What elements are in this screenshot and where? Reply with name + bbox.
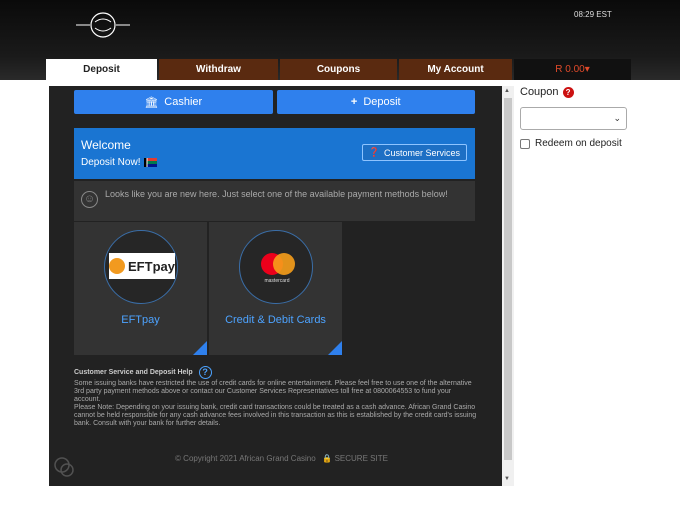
corner-marker: [193, 341, 207, 355]
deposit-help: Customer Service and Deposit Help ? Some…: [74, 366, 479, 428]
cards-label: Credit & Debit Cards: [225, 314, 326, 326]
mastercard-logo-circle: mastercard: [239, 230, 313, 304]
cashier-frame: 🏛 Cashier + Deposit Welcome Deposit Now!…: [49, 86, 514, 486]
redeem-checkbox[interactable]: [520, 138, 530, 149]
cashier-toolbar: 🏛 Cashier + Deposit: [74, 90, 475, 114]
help-heading: Customer Service and Deposit Help ?: [74, 366, 479, 379]
smiley-icon: ☺: [81, 191, 98, 208]
eftpay-logo-mark: [109, 258, 126, 274]
corner-marker: [328, 341, 342, 355]
coupon-select[interactable]: ⌄: [520, 107, 627, 130]
tab-coupons[interactable]: Coupons: [280, 59, 397, 80]
deposit-button[interactable]: + Deposit: [276, 90, 475, 114]
help-circle-icon: ❓: [368, 147, 380, 157]
new-user-notice: ☺ Looks like you are new here. Just sele…: [74, 181, 475, 221]
caret-down-icon: ▾: [584, 64, 590, 75]
scroll-up-icon[interactable]: ▲: [504, 88, 510, 94]
welcome-title: Welcome: [81, 138, 131, 152]
customer-services-button[interactable]: ❓ Customer Services: [361, 144, 467, 161]
help-note: Please Note: Depending on your issuing b…: [74, 404, 477, 427]
notice-text: Looks like you are new here. Just select…: [105, 189, 448, 199]
eftpay-logo: EFTpay: [109, 253, 175, 279]
coupon-title: Coupon: [520, 86, 559, 98]
chevron-down-icon: ⌄: [613, 113, 621, 123]
clock: 08:29 EST: [574, 10, 612, 19]
plus-icon: +: [350, 96, 358, 108]
mastercard-logo-text: mastercard: [264, 278, 290, 284]
cashier-button[interactable]: 🏛 Cashier: [74, 90, 273, 114]
redeem-label: Redeem on deposit: [535, 138, 622, 149]
tab-my-account[interactable]: My Account: [399, 59, 512, 80]
help-title: Customer Service and Deposit Help: [74, 368, 193, 376]
balance-value: R 0.00: [555, 64, 585, 75]
lock-icon: 🔒: [322, 454, 333, 463]
scrollbar[interactable]: ▲ ▼: [502, 86, 514, 486]
deposit-button-label: Deposit: [363, 96, 401, 108]
welcome-subtitle: Deposit Now!: [81, 157, 158, 168]
eftpay-label: EFTpay: [121, 314, 160, 326]
welcome-panel: Welcome Deposit Now! ❓ Customer Services: [74, 128, 475, 179]
eftpay-logo-circle: EFTpay: [104, 230, 178, 304]
mastercard-icon: [261, 253, 295, 275]
copyright-text: © Copyright 2021 African Grand Casino: [175, 454, 316, 463]
payment-methods: EFTpay EFTpay mastercard Credit & Debit …: [74, 222, 342, 355]
redeem-on-deposit[interactable]: Redeem on deposit: [520, 138, 660, 149]
customer-services-label: Customer Services: [383, 147, 460, 158]
deposit-now-text: Deposit Now!: [81, 157, 141, 168]
casino-logo: [76, 12, 130, 38]
secure-site-text: SECURE SITE: [334, 454, 388, 463]
coupon-panel: Coupon ? ⌄ Redeem on deposit: [520, 86, 627, 149]
question-icon[interactable]: ?: [198, 366, 212, 379]
balance-dropdown[interactable]: R 0.00▾: [514, 59, 631, 80]
cashier-button-label: Cashier: [164, 96, 203, 108]
scroll-thumb[interactable]: [504, 98, 512, 460]
eftpay-logo-text: EFTpay: [128, 258, 175, 274]
coupon-heading: Coupon ?: [520, 86, 574, 98]
tab-deposit[interactable]: Deposit: [46, 59, 157, 80]
main-tabs: Deposit Withdraw Coupons My Account R 0.…: [46, 59, 633, 80]
scroll-down-icon[interactable]: ▼: [504, 476, 510, 482]
coupon-help-icon[interactable]: ?: [562, 86, 574, 98]
payment-method-cards[interactable]: mastercard Credit & Debit Cards: [209, 222, 342, 355]
footer: © Copyright 2021 African Grand Casino 🔒 …: [49, 454, 514, 463]
bank-icon: 🏛: [144, 96, 159, 109]
south-africa-flag-icon: [144, 158, 158, 167]
payment-method-eftpay[interactable]: EFTpay EFTpay: [74, 222, 207, 355]
tab-withdraw[interactable]: Withdraw: [159, 59, 278, 80]
help-body: Some issuing banks have restricted the u…: [74, 380, 472, 403]
